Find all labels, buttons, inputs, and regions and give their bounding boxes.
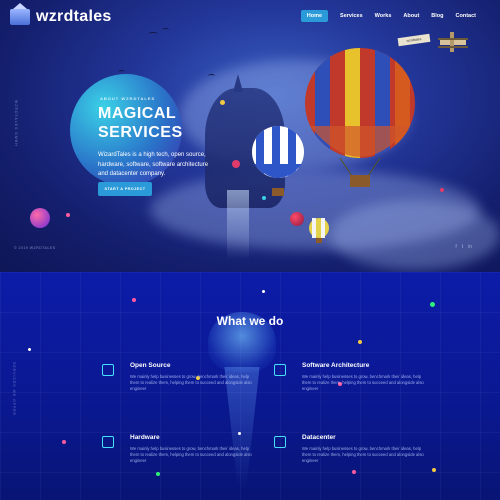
logo-icon: [10, 9, 30, 25]
nav-services[interactable]: Services: [340, 13, 363, 19]
service-description: We mainly help businesses to grow, bench…: [302, 374, 424, 392]
orb: [262, 196, 266, 200]
orb: [156, 472, 160, 476]
orb: [28, 348, 31, 351]
nav-about[interactable]: About: [403, 13, 419, 19]
orb: [352, 470, 356, 474]
copyright-year: © 2019 WZRDTALES: [14, 246, 56, 250]
bird-icon: [148, 32, 158, 36]
striped-balloon-icon: [252, 126, 304, 196]
social-links: f t in: [455, 244, 472, 250]
large-balloon-icon: [305, 48, 415, 187]
side-vertical-text: SERVICES WE OFFER: [12, 362, 16, 417]
airplane-icon: [438, 32, 468, 52]
orb: [430, 302, 435, 307]
hero-title-line1: MAGICAL: [98, 105, 177, 122]
linkedin-icon[interactable]: in: [468, 244, 472, 250]
section-title: What we do: [216, 314, 284, 328]
service-description: We mainly help businesses to grow, bench…: [130, 374, 252, 392]
light-beam: [227, 190, 249, 260]
hero-title: MAGICAL SERVICES: [98, 104, 183, 142]
start-project-button[interactable]: START A PROJECT: [98, 182, 152, 196]
service-description: We mainly help businesses to grow, bench…: [130, 446, 252, 464]
main-nav: Home Services Works About Blog Contact: [300, 10, 476, 22]
services-section: SERVICES WE OFFER What we do Open Source…: [0, 272, 500, 500]
orb: [220, 100, 225, 105]
orb: [440, 188, 444, 192]
brand[interactable]: wzrdtales: [10, 8, 112, 26]
orb: [62, 440, 66, 444]
orb: [290, 212, 304, 226]
service-description: We mainly help businesses to grow, bench…: [302, 446, 424, 464]
small-balloon-icon: [309, 218, 329, 243]
facebook-icon[interactable]: f: [455, 244, 456, 250]
orb: [132, 298, 136, 302]
orb: [432, 468, 436, 472]
side-vertical-text: WZRDTALES GMBH: [14, 100, 18, 147]
service-title: Hardware: [130, 434, 160, 441]
brand-name: wzrdtales: [36, 8, 112, 25]
twitter-icon[interactable]: t: [462, 244, 463, 250]
orb: [232, 160, 240, 168]
cloud: [330, 200, 500, 270]
orb: [30, 208, 50, 228]
nav-works[interactable]: Works: [375, 13, 392, 19]
bird-icon: [208, 74, 215, 78]
service-title: Open Source: [130, 362, 171, 369]
service-title: Datacenter: [302, 434, 336, 441]
chip-icon: [102, 436, 114, 448]
service-title: Software Architecture: [302, 362, 370, 369]
bird-icon: [162, 28, 169, 32]
server-icon: [274, 436, 286, 448]
hero-description: WizardTales is a high tech, open source,…: [98, 152, 209, 177]
nav-blog[interactable]: Blog: [431, 13, 443, 19]
monitor-icon: [274, 364, 286, 376]
orb: [238, 432, 241, 435]
hero-title-line2: SERVICES: [98, 124, 183, 141]
hero-section: wzrdtales Home Services Works About Blog…: [0, 0, 500, 272]
plane-banner: wzrdtales: [397, 33, 431, 47]
code-icon: [102, 364, 114, 376]
orb: [262, 290, 265, 293]
nav-home[interactable]: Home: [300, 10, 329, 22]
hero-eyebrow: ABOUT WZRDTALES: [100, 96, 156, 101]
nav-contact[interactable]: Contact: [456, 13, 476, 19]
orb: [66, 213, 70, 217]
orb: [358, 340, 362, 344]
